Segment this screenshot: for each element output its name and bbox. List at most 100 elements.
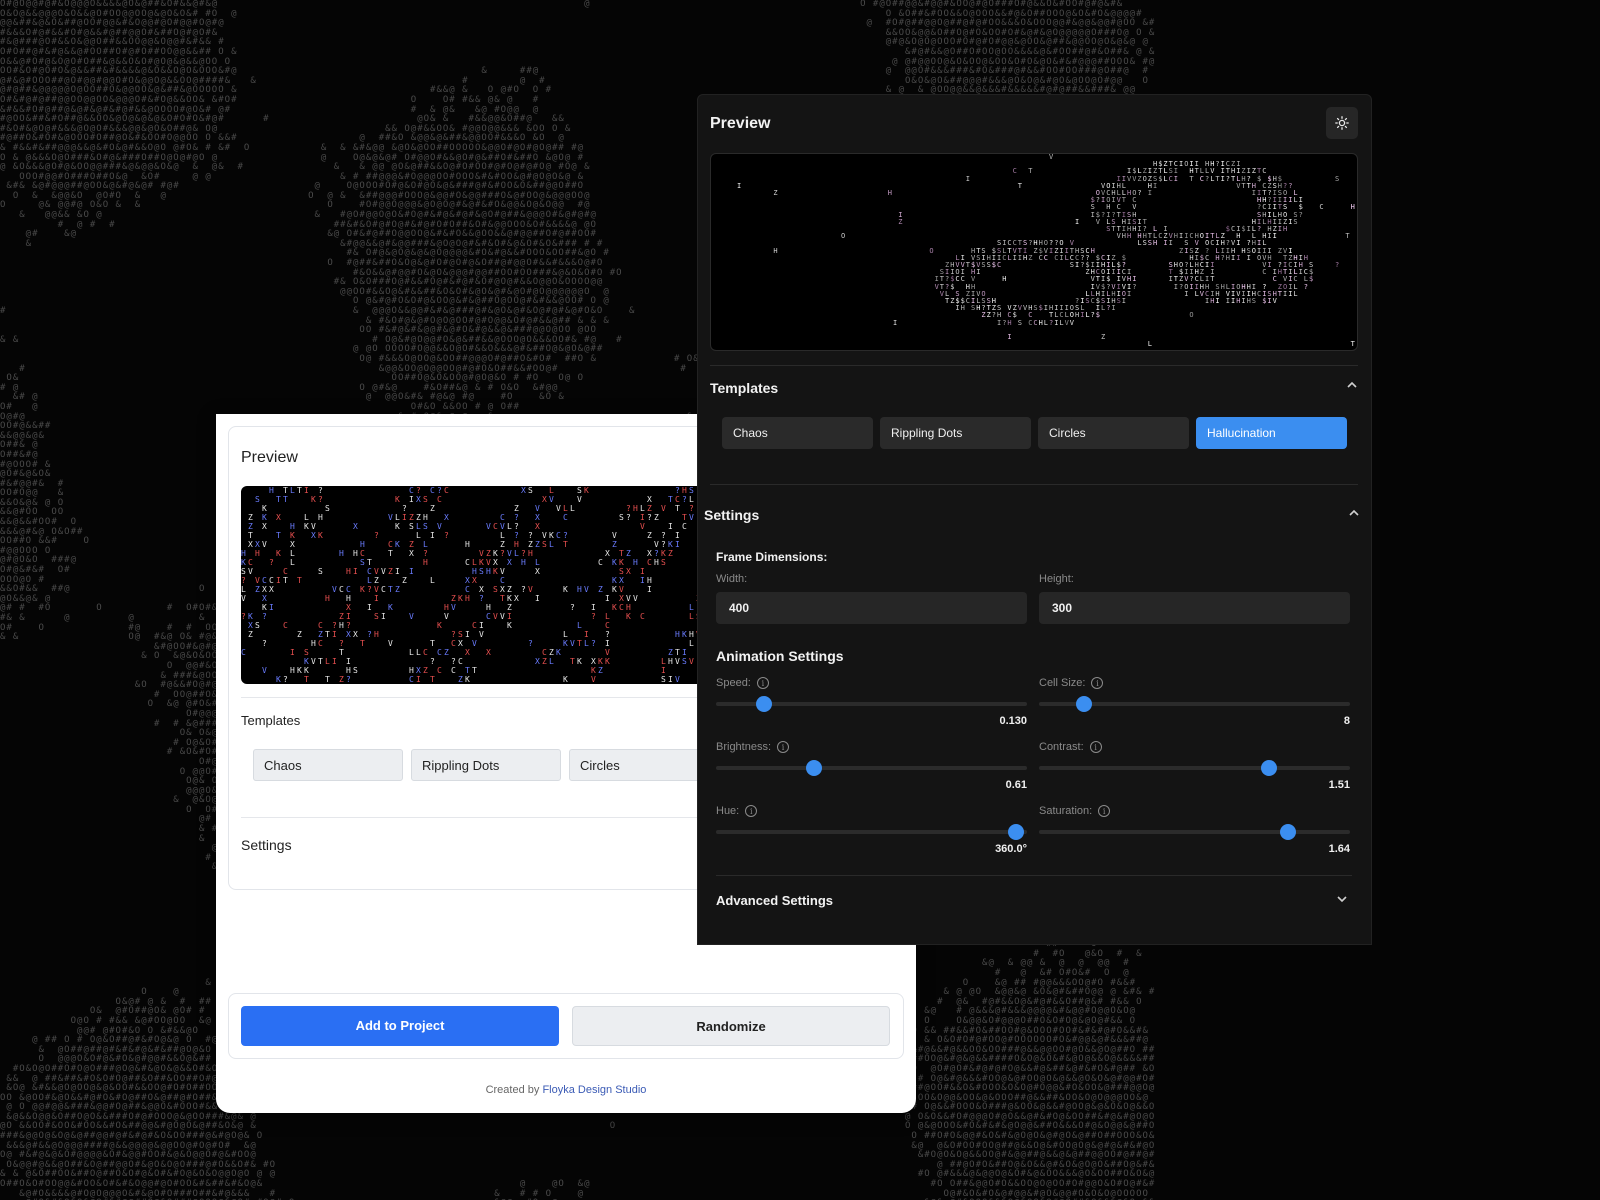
randomize-button[interactable]: Randomize [572,1006,890,1046]
advanced-settings-title[interactable]: Advanced Settings [716,893,833,908]
dark-templates-title[interactable]: Templates [710,380,778,396]
hue-slider[interactable] [716,824,1027,840]
preview-glyph: $ [950,282,955,291]
light-preview-canvas: HTLTI?C?C?CXSLSK?HS??STTK?KIXSCXVVXTC?LK… [241,486,711,684]
preview-glyph: I [955,304,960,313]
light-templates-title[interactable]: Templates [241,713,300,728]
preview-glyph: I [1231,297,1236,305]
preview-glyph: H [360,540,365,549]
theme-toggle-button[interactable] [1326,107,1358,139]
preview-glyph: ? [514,531,519,540]
chevron-up-icon[interactable] [1348,506,1360,524]
dark-template-chaos[interactable]: Chaos [722,417,873,449]
preview-glyph: H [1153,239,1158,248]
preview-glyph: $ [1095,311,1101,320]
info-icon[interactable]: i [1089,741,1102,754]
preview-glyph: ? [521,549,526,558]
preview-glyph: T [1121,196,1127,205]
preview-glyph: H [346,594,351,603]
preview-glyph: S [423,495,428,504]
dark-template-hallucination[interactable]: Hallucination [1196,417,1347,449]
preview-glyph: X [535,657,540,666]
preview-glyph: V [1132,174,1137,183]
preview-glyph: K [465,675,470,684]
chevron-up-icon[interactable] [1346,378,1358,396]
preview-glyph: Z [388,567,393,576]
hue-slider-thumb[interactable] [1008,824,1025,840]
preview-glyph: Z [1028,253,1033,262]
contrast-slider[interactable] [1039,760,1350,776]
chevron-down-icon[interactable] [1336,892,1348,910]
preview-glyph: H [1002,275,1007,284]
preview-glyph: H [486,567,491,576]
info-icon[interactable]: i [1091,677,1104,690]
preview-glyph: V [1199,289,1205,298]
preview-glyph: V [633,594,638,603]
light-settings-title[interactable]: Settings [241,837,292,853]
preview-glyph: ? [521,585,526,594]
preview-glyph: K [276,675,281,684]
preview-glyph: S [1085,297,1090,305]
preview-glyph: L [1210,174,1215,183]
preview-glyph: X [619,594,624,603]
light-template-chaos[interactable]: Chaos [253,749,403,781]
preview-glyph: K [276,549,281,558]
preview-glyph: O [1257,253,1262,262]
preview-glyph: H [689,630,694,639]
preview-glyph: I [1267,232,1272,241]
preview-glyph: I [507,612,512,621]
contrast-slider-thumb[interactable] [1261,760,1278,776]
preview-glyph: ? [1225,174,1231,183]
preview-glyph: ? [318,486,323,495]
preview-glyph: I [332,657,337,666]
preview-glyph: C [1257,289,1262,298]
preview-glyph: T [1241,181,1246,190]
dark-template-rippling-dots[interactable]: Rippling Dots [880,417,1031,449]
speed-slider[interactable] [716,696,1027,712]
preview-glyph: X [619,576,624,585]
preview-glyph: T [360,639,365,648]
preview-glyph: Z [444,648,449,657]
preview-glyph: K [262,504,267,513]
preview-glyph: H [1173,261,1179,269]
preview-glyph: S [1147,239,1153,248]
preview-glyph: ? [339,639,344,648]
credit-link[interactable]: Floyka Design Studio [542,1084,646,1096]
preview-glyph: I [346,612,351,621]
preview-glyph: ? [262,639,267,648]
info-icon[interactable]: i [777,741,790,754]
preview-glyph: L [500,531,505,540]
preview-glyph: K [549,531,554,540]
speed-slider-thumb[interactable] [756,696,773,712]
dark-template-circles[interactable]: Circles [1038,417,1189,449]
width-input[interactable]: 400 [716,592,1027,624]
preview-glyph: Z [542,657,547,666]
info-icon[interactable]: i [745,805,758,818]
preview-glyph: V [1272,297,1277,305]
preview-glyph: I [1147,189,1153,197]
light-template-rippling-dots[interactable]: Rippling Dots [411,749,561,781]
brightness-slider-thumb[interactable] [805,760,822,776]
dark-settings-title[interactable]: Settings [704,507,759,523]
preview-glyph: I [1288,217,1293,226]
cell-size-slider-thumb[interactable] [1076,696,1093,712]
preview-glyph: I [675,540,680,549]
add-to-project-button[interactable]: Add to Project [241,1006,559,1046]
brightness-slider[interactable] [716,760,1027,776]
info-icon[interactable]: i [1098,805,1111,818]
preview-glyph: ? [262,612,267,621]
preview-glyph: Z [773,189,778,197]
saturation-slider[interactable] [1039,824,1350,840]
preview-glyph: H [773,246,778,255]
preview-glyph: C [1262,167,1267,176]
preview-glyph: S [1251,297,1257,305]
preview-glyph: Z [255,585,260,594]
saturation-slider-thumb[interactable] [1279,824,1296,840]
preview-glyph: C [619,603,624,612]
cell-size-slider[interactable] [1039,696,1350,712]
preview-glyph: T [304,675,309,684]
info-icon[interactable]: i [756,677,769,690]
preview-glyph: V [556,504,561,513]
height-input[interactable]: 300 [1039,592,1350,624]
preview-glyph: L [689,603,694,612]
